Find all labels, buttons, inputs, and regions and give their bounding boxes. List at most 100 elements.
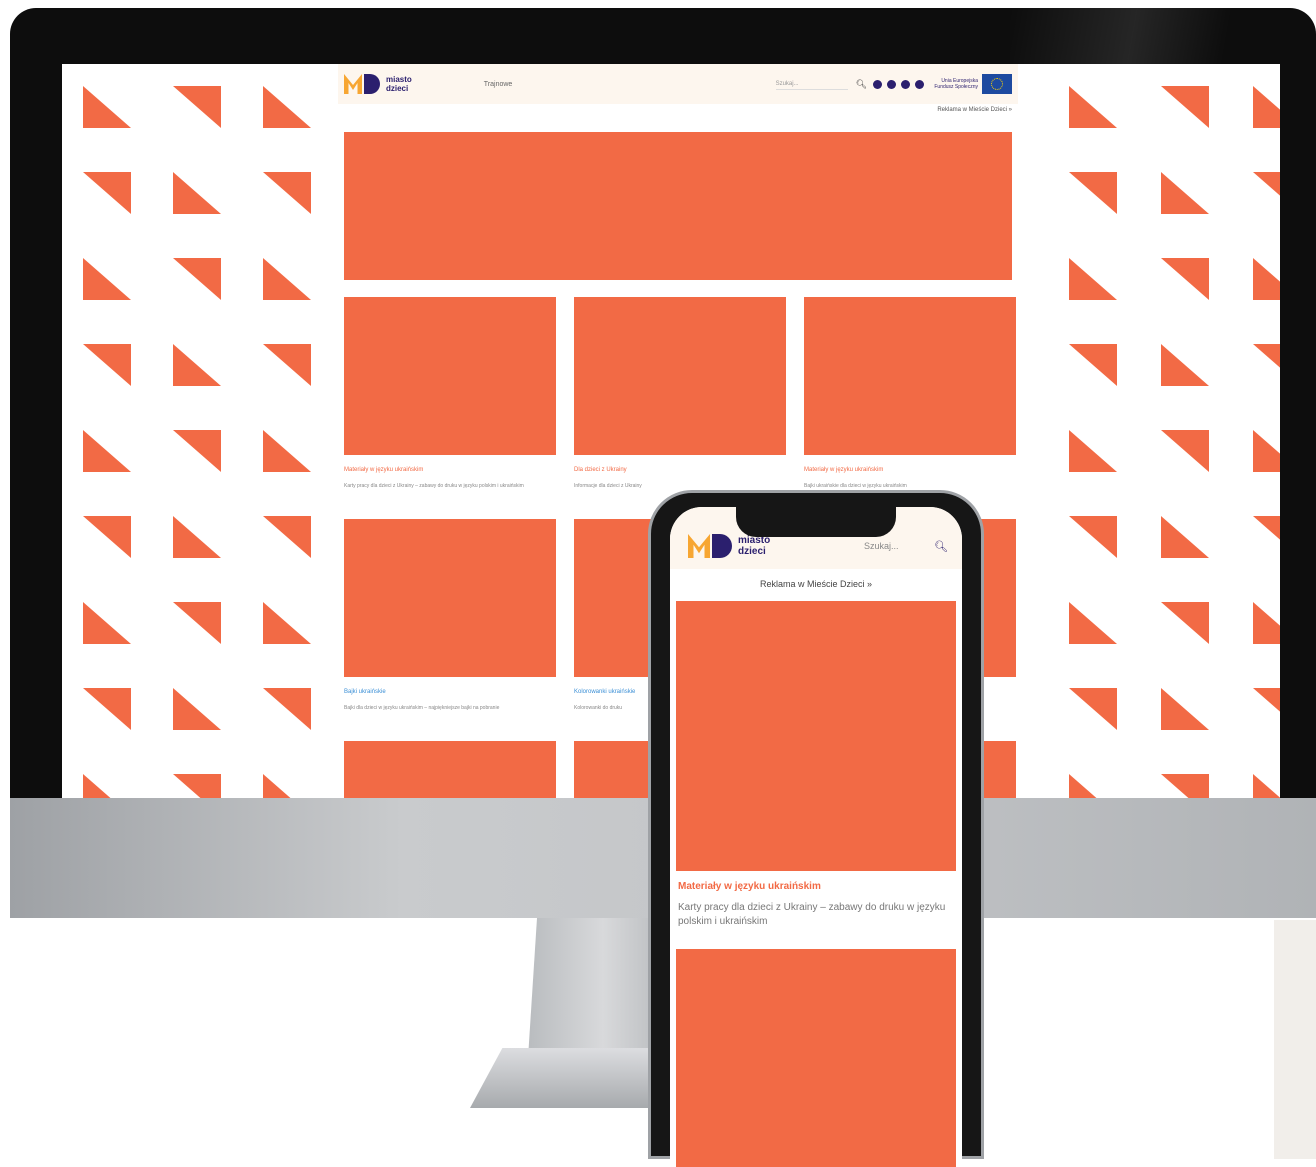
search-input[interactable]: Szukaj... (775, 79, 848, 90)
card-image[interactable] (574, 297, 786, 455)
pattern-cell (1231, 580, 1280, 666)
triangle-shape (1069, 516, 1117, 558)
pattern-cell (1231, 64, 1280, 150)
triangle-shape (263, 172, 311, 214)
card-description: Bajki dla dzieci w języku ukraińskim – n… (344, 705, 500, 711)
triangle-shape (83, 516, 131, 558)
pattern-cell (1139, 64, 1231, 150)
logo-text: miasto dzieci (738, 535, 770, 557)
pattern-cell (62, 752, 152, 798)
logo-d-icon (712, 534, 732, 558)
triangle-shape (1161, 602, 1209, 644)
nav-link[interactable]: Trajnowe (484, 81, 513, 88)
triangle-shape (83, 172, 131, 214)
pattern-cell (62, 494, 152, 580)
triangle-shape (1253, 430, 1280, 472)
pattern-cell (62, 236, 152, 322)
triangle-shape (1069, 258, 1117, 300)
eu-flag-icon (982, 74, 1012, 94)
triangle-shape (1069, 688, 1117, 730)
card-title[interactable]: Materiały w języku ukraińskim (804, 467, 1016, 477)
pattern-cell (242, 580, 332, 666)
pattern-cell (1231, 494, 1280, 580)
pattern-cell (152, 666, 242, 752)
mobile-card-title[interactable]: Materiały w języku ukraińskim (670, 871, 962, 895)
search-icon[interactable]: 🔍︎ (934, 540, 948, 553)
ad-link[interactable]: Reklama w Mieście Dzieci » (338, 104, 1018, 122)
card-image[interactable] (804, 297, 1016, 455)
search-icon[interactable]: 🔍︎ (856, 79, 867, 90)
triangle-shape (1253, 774, 1280, 798)
mobile-ad-link[interactable]: Reklama w Mieście Dzieci » (670, 569, 962, 601)
mobile-card-image[interactable] (676, 601, 956, 871)
eu-text: Unia Europejska Fundusz Społeczny (934, 78, 978, 90)
pattern-cell (152, 408, 242, 494)
triangle-shape (173, 516, 221, 558)
logo-text: miasto dzieci (386, 75, 412, 93)
pattern-cell (1139, 752, 1231, 798)
site-logo[interactable]: miasto dzieci (344, 74, 412, 94)
logo-m-icon (688, 534, 710, 558)
site-header: miasto dzieci Trajnowe Szukaj... 🔍︎ Unia… (338, 64, 1018, 104)
logo-mark-icon (344, 74, 380, 94)
pattern-cell (242, 236, 332, 322)
triangle-shape (1253, 86, 1280, 128)
pattern-cell (152, 752, 242, 798)
triangle-shape (173, 172, 221, 214)
pattern-cell (1047, 236, 1139, 322)
pattern-cell (62, 580, 152, 666)
hero-banner[interactable] (344, 132, 1012, 280)
mobile-card-image[interactable] (676, 949, 956, 1167)
pattern-cell (62, 408, 152, 494)
triangle-shape (83, 86, 131, 128)
pattern-cell (1047, 408, 1139, 494)
triangle-shape (263, 774, 311, 798)
card-image[interactable] (344, 297, 556, 455)
pattern-cell (1047, 752, 1139, 798)
background-strip (1274, 920, 1316, 1159)
pattern-cell (1231, 666, 1280, 752)
triangle-shape (263, 430, 311, 472)
facebook-icon[interactable] (887, 79, 896, 89)
triangle-shape (173, 430, 221, 472)
pattern-cell (1047, 666, 1139, 752)
card-title[interactable]: Dla dzieci z Ukrainy (574, 467, 786, 477)
pattern-cell (152, 64, 242, 150)
email-icon[interactable] (915, 79, 924, 89)
logo-mark-icon (688, 534, 732, 558)
triangle-shape (263, 516, 311, 558)
triangle-shape (173, 688, 221, 730)
pattern-cell (1231, 752, 1280, 798)
article-card[interactable]: Materiały w języku ukraińskim Bajki ukra… (804, 297, 1016, 511)
pattern-cell (1139, 666, 1231, 752)
pattern-cell (1047, 580, 1139, 666)
triangle-pattern-left (62, 64, 332, 798)
card-image[interactable] (344, 519, 556, 677)
mobile-search-input[interactable]: Szukaj... (864, 541, 924, 551)
mobile-site-logo[interactable]: miasto dzieci (688, 534, 770, 558)
triangle-shape (1069, 172, 1117, 214)
logo-text-line1: miasto (386, 75, 412, 84)
article-card[interactable] (344, 741, 556, 798)
youtube-icon[interactable] (901, 79, 910, 89)
triangle-pattern-right (1047, 64, 1280, 798)
card-title[interactable]: Materiały w języku ukraińskim (344, 467, 556, 477)
pattern-cell (1231, 408, 1280, 494)
article-card[interactable]: Bajki ukraińskie Bajki dla dzieci w języ… (344, 519, 556, 733)
article-card[interactable]: Dla dzieci z Ukrainy Informacje dla dzie… (574, 297, 786, 511)
triangle-shape (83, 774, 131, 798)
instagram-icon[interactable] (873, 79, 882, 89)
pattern-cell (152, 236, 242, 322)
triangle-shape (173, 86, 221, 128)
triangle-shape (1253, 602, 1280, 644)
card-image[interactable] (344, 741, 556, 798)
pattern-cell (62, 322, 152, 408)
article-card[interactable]: Materiały w języku ukraińskim Karty prac… (344, 297, 556, 511)
pattern-cell (242, 494, 332, 580)
pattern-cell (62, 150, 152, 236)
triangle-shape (173, 602, 221, 644)
pattern-cell (1047, 322, 1139, 408)
triangle-shape (1069, 344, 1117, 386)
card-title[interactable]: Bajki ukraińskie (344, 689, 556, 699)
triangle-shape (263, 86, 311, 128)
